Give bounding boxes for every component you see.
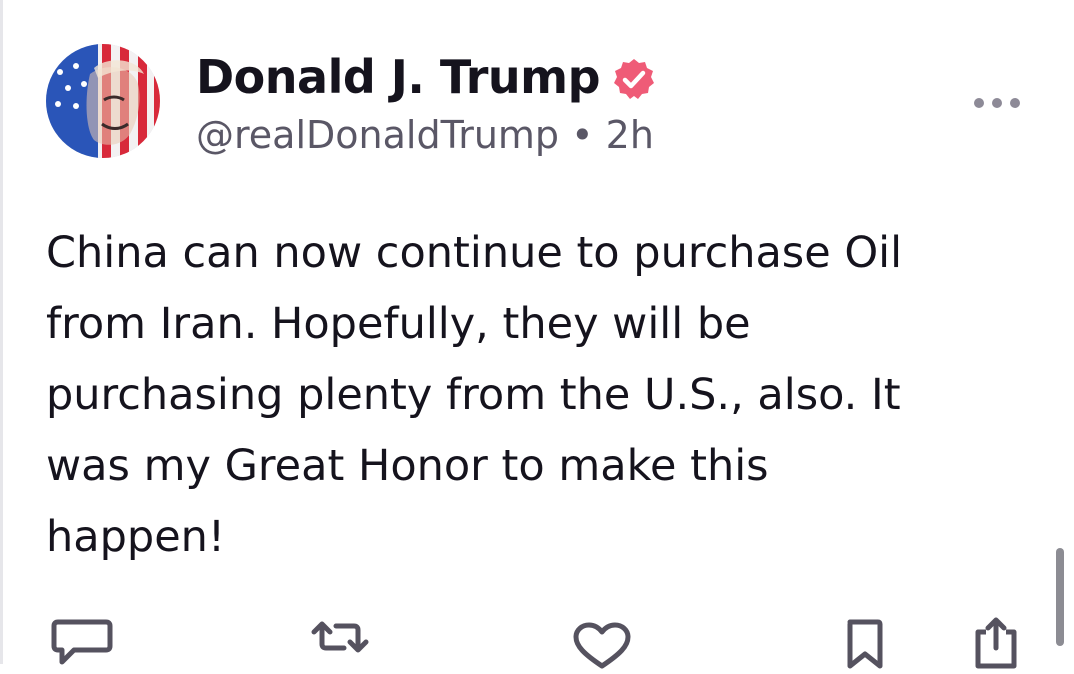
more-options-button[interactable] [968,88,1026,118]
repost-button[interactable] [308,614,372,674]
reply-button[interactable] [50,614,114,674]
separator-dot: • [571,113,594,157]
dot-icon [1010,98,1020,108]
avatar[interactable] [46,44,160,158]
repost-icon [311,621,369,653]
dot-icon [974,98,984,108]
post-time[interactable]: 2h [606,113,654,157]
display-name[interactable]: Donald J. Trump [196,50,601,104]
share-icon [975,617,1017,669]
dot-icon [992,98,1002,108]
post-body-line: from Iran. Hopefully, they will be [46,299,751,349]
verified-badge-icon [614,59,654,99]
post-body-line: was my Great Honor to make this [46,441,769,491]
handle-time-line: @realDonaldTrump • 2h [196,113,654,157]
bookmark-button[interactable] [834,614,898,674]
bookmark-icon [847,619,883,669]
scrollbar[interactable] [1056,548,1064,646]
handle[interactable]: @realDonaldTrump [196,113,559,157]
like-button[interactable] [570,614,634,674]
post-body: China can now continue to purchase Oil f… [46,218,1036,573]
like-icon [573,622,631,669]
avatar-image [46,44,160,158]
post-body-line: purchasing plenty from the U.S., also. I… [46,370,901,420]
left-border [0,0,3,664]
post-body-line: happen! [46,512,226,562]
post-body-line: China can now continue to purchase Oil [46,228,903,278]
share-button[interactable] [966,614,1030,674]
reply-icon [51,619,113,665]
